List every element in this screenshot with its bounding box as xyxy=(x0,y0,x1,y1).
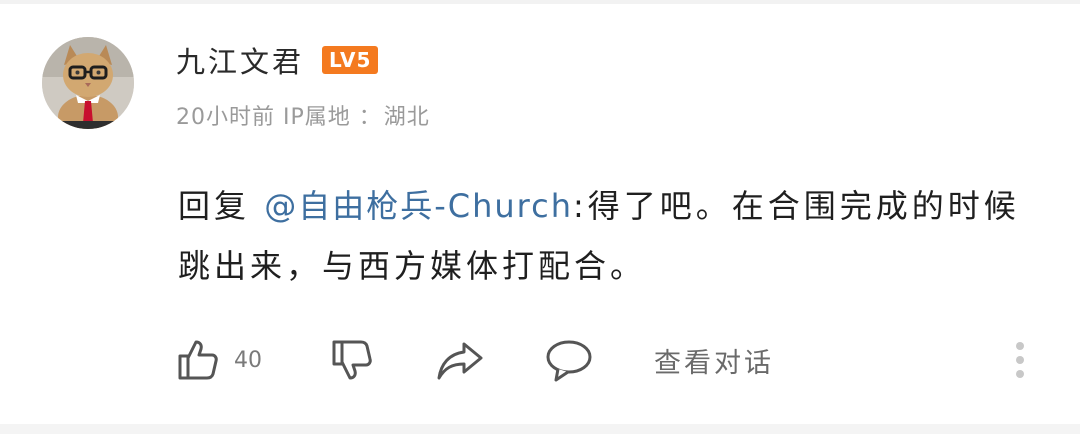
thumbs-up-icon xyxy=(178,340,218,380)
share-button[interactable] xyxy=(436,332,484,388)
more-options-button[interactable] xyxy=(1008,332,1032,388)
ip-location: 湖北 xyxy=(383,105,430,130)
view-conversation-label: 查看对话 xyxy=(654,347,774,379)
avatar[interactable] xyxy=(42,37,134,129)
share-arrow-icon xyxy=(437,342,483,380)
level-badge: LV5 xyxy=(322,46,379,74)
timestamp: 20小时前 xyxy=(176,105,275,130)
ip-label: IP属地 xyxy=(283,105,351,130)
user-name[interactable]: 九江文君 xyxy=(176,39,304,81)
thumbs-down-icon xyxy=(332,340,372,380)
user-name-row: 九江文君 LV5 xyxy=(176,38,379,82)
bottom-divider xyxy=(0,424,1080,434)
reply-button[interactable] xyxy=(544,332,594,388)
like-button[interactable]: 40 xyxy=(174,332,262,388)
comment-body: 回复 @自由枪兵-Church:得了吧。在合围完成的时候跳出来，与西方媒体打配合… xyxy=(178,176,1038,296)
speech-bubble-icon xyxy=(546,340,592,382)
reply-prefix: 回复 xyxy=(178,187,251,225)
comment-meta: 20小时前 IP属地 ： 湖北 xyxy=(176,98,430,132)
view-conversation-button[interactable]: 查看对话 xyxy=(654,332,774,388)
meta-separator: ： xyxy=(358,105,382,130)
cat-avatar-icon xyxy=(42,37,134,129)
mention-link[interactable]: @自由枪兵-Church xyxy=(264,187,573,225)
vertical-ellipsis-icon xyxy=(1016,342,1024,378)
like-count: 40 xyxy=(234,347,262,373)
top-divider xyxy=(0,0,1080,4)
dislike-button[interactable] xyxy=(328,332,376,388)
